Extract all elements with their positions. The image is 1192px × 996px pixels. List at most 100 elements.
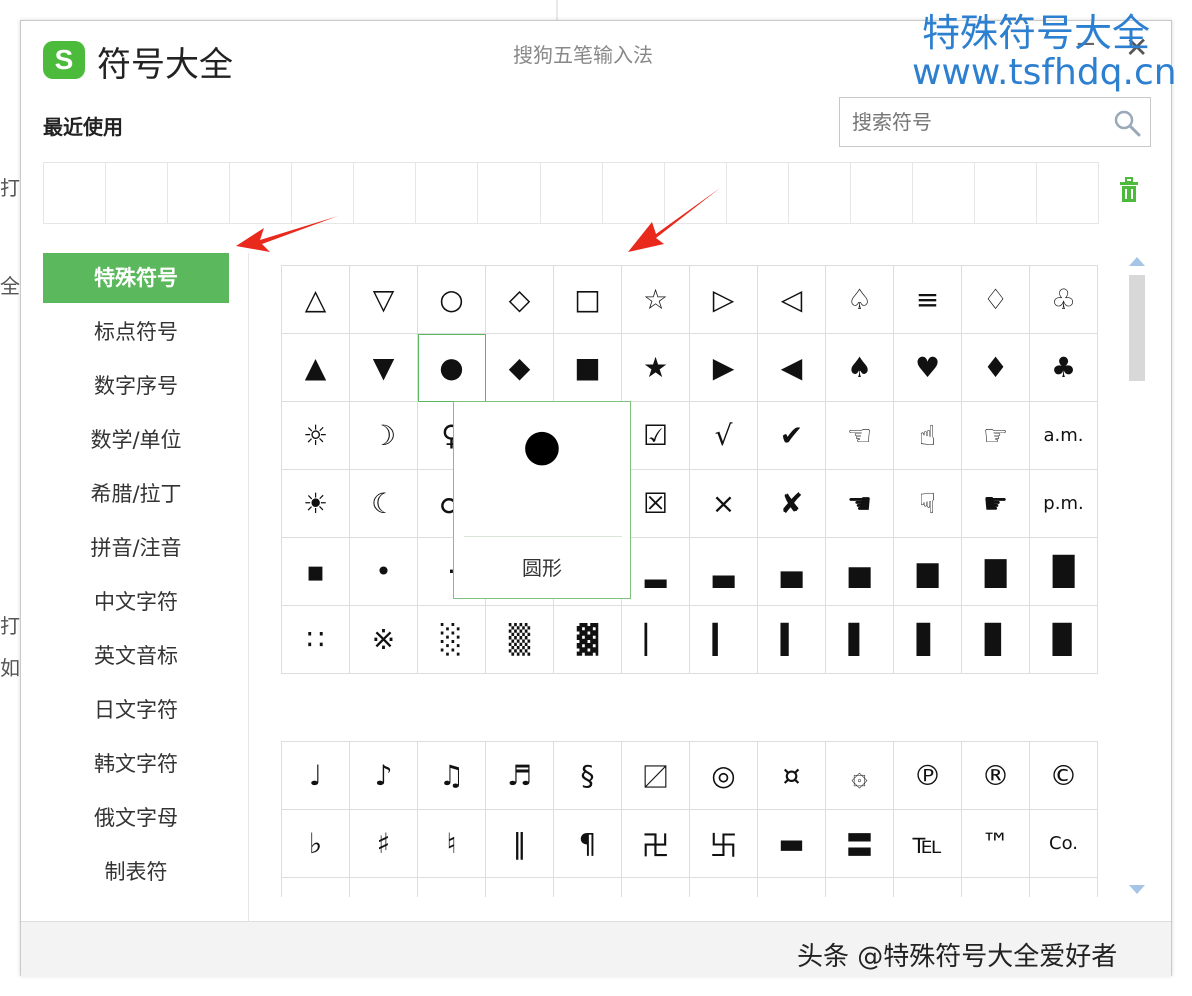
symbol-cell[interactable]: ◀ [758,334,826,402]
recent-slot[interactable] [1037,163,1098,223]
symbol-cell[interactable]: ▓ [554,606,622,674]
recent-slot[interactable] [44,163,107,223]
category-special-symbols[interactable]: 特殊符号 [43,253,229,303]
symbol-cell[interactable] [350,878,418,897]
symbol-cell[interactable]: 卍 [622,810,690,878]
symbol-cell[interactable] [486,878,554,897]
symbol-cell[interactable]: ☟ [894,470,962,538]
symbol-cell[interactable]: ✘ [758,470,826,538]
symbol-cell[interactable]: 〓 [826,810,894,878]
recent-slot[interactable] [975,163,1037,223]
symbol-cell[interactable]: ♤ [826,266,894,334]
symbol-cell[interactable]: ◇ [486,266,554,334]
symbol-cell[interactable]: ☞ [962,402,1030,470]
symbol-cell[interactable]: ℗ [894,742,962,810]
symbol-cell[interactable]: ☆ [622,266,690,334]
symbol-cell[interactable]: ○ [418,266,486,334]
symbol-cell[interactable]: ® [962,742,1030,810]
symbol-cell[interactable]: © [1030,742,1098,810]
symbol-cell[interactable]: ★ [622,334,690,402]
symbol-cell[interactable] [622,878,690,897]
recent-slot[interactable] [913,163,975,223]
category-english-phonetics[interactable]: 英文音标 [43,631,229,681]
symbol-cell[interactable]: Co. [1030,810,1098,878]
category-pinyin-zhuyin[interactable]: 拼音/注音 [43,523,229,573]
symbol-cell[interactable]: ▄ [758,538,826,606]
symbol-cell[interactable]: ≡ [894,266,962,334]
symbol-cell[interactable]: ☜ [826,402,894,470]
symbol-cell[interactable]: ▋ [894,606,962,674]
symbol-cell[interactable]: ▒ [486,606,554,674]
scroll-down-arrow-icon[interactable] [1129,885,1145,894]
symbol-cell[interactable]: □ [554,266,622,334]
category-chinese-chars[interactable]: 中文字符 [43,577,229,627]
recent-slot[interactable] [354,163,417,223]
symbol-cell[interactable]: • [350,538,418,606]
search-icon[interactable] [1112,108,1142,138]
symbol-cell[interactable]: ¤ [758,742,826,810]
symbol-cell[interactable] [418,878,486,897]
symbol-cell[interactable]: ☀ [282,470,350,538]
symbol-cell[interactable]: ▷ [690,266,758,334]
symbol-cell[interactable]: ♧ [1030,266,1098,334]
symbol-cell[interactable]: ♭ [282,810,350,878]
symbol-cell[interactable]: ● [418,334,486,402]
symbol-cell[interactable] [894,878,962,897]
symbol-cell[interactable]: ℡ [894,810,962,878]
category-greek-latin[interactable]: 希腊/拉丁 [43,469,229,519]
symbol-cell[interactable]: ♥ [894,334,962,402]
symbol-cell[interactable]: ♢ [962,266,1030,334]
symbol-cell[interactable] [758,878,826,897]
category-box-drawing[interactable]: 制表符 [43,847,229,897]
symbol-cell[interactable]: ◁ [758,266,826,334]
symbol-cell[interactable]: ◎ [690,742,758,810]
symbol-cell[interactable]: ۞ [826,742,894,810]
recent-slot[interactable] [106,163,169,223]
recent-slot[interactable] [789,163,851,223]
symbol-cell[interactable]: △ [282,266,350,334]
recent-slot[interactable] [541,163,603,223]
symbol-cell[interactable] [826,878,894,897]
symbol-cell[interactable]: ☑ [622,402,690,470]
trash-icon[interactable] [1117,177,1141,203]
symbol-cell[interactable]: ☛ [962,470,1030,538]
category-number-sequence[interactable]: 数字序号 [43,361,229,411]
symbol-cell[interactable]: ☼ [282,402,350,470]
symbol-cell[interactable] [1030,878,1098,897]
symbol-cell[interactable]: ▏ [622,606,690,674]
vertical-scrollbar[interactable] [1125,253,1147,901]
symbol-cell[interactable]: ☚ [826,470,894,538]
symbol-cell[interactable]: ▶ [690,334,758,402]
symbol-cell[interactable]: ☾ [350,470,418,538]
symbol-cell[interactable]: p.m. [1030,470,1098,538]
symbol-cell[interactable] [690,878,758,897]
symbol-cell[interactable]: ♦ [962,334,1030,402]
category-math-units[interactable]: 数学/单位 [43,415,229,465]
symbol-cell[interactable]: ▃ [690,538,758,606]
symbol-cell[interactable]: ♠ [826,334,894,402]
symbol-cell[interactable]: ▇ [962,538,1030,606]
symbol-cell[interactable]: ▆ [894,538,962,606]
symbol-cell[interactable]: ░ [418,606,486,674]
search-box[interactable] [839,97,1151,147]
symbol-cell[interactable]: ▂ [622,538,690,606]
symbol-cell[interactable]: ▼ [350,334,418,402]
symbol-cell[interactable]: ▪ [282,538,350,606]
category-korean-chars[interactable]: 韩文字符 [43,739,229,789]
symbol-cell[interactable]: ■ [554,334,622,402]
symbol-cell[interactable]: ♪ [350,742,418,810]
category-russian-letters[interactable]: 俄文字母 [43,793,229,843]
symbol-cell[interactable]: ♩ [282,742,350,810]
symbol-cell[interactable]: ▎ [690,606,758,674]
recent-slot[interactable] [727,163,789,223]
symbol-cell[interactable] [282,878,350,897]
symbol-cell[interactable]: a.m. [1030,402,1098,470]
symbol-cell[interactable]: ¶ [554,810,622,878]
category-japanese-chars[interactable]: 日文字符 [43,685,229,735]
symbol-cell[interactable]: ▊ [962,606,1030,674]
symbol-cell[interactable]: § [554,742,622,810]
symbol-cell[interactable]: ▬ [758,810,826,878]
scroll-thumb[interactable] [1129,275,1145,381]
symbol-cell[interactable]: ♫ [418,742,486,810]
symbol-cell[interactable]: ‖ [486,810,554,878]
